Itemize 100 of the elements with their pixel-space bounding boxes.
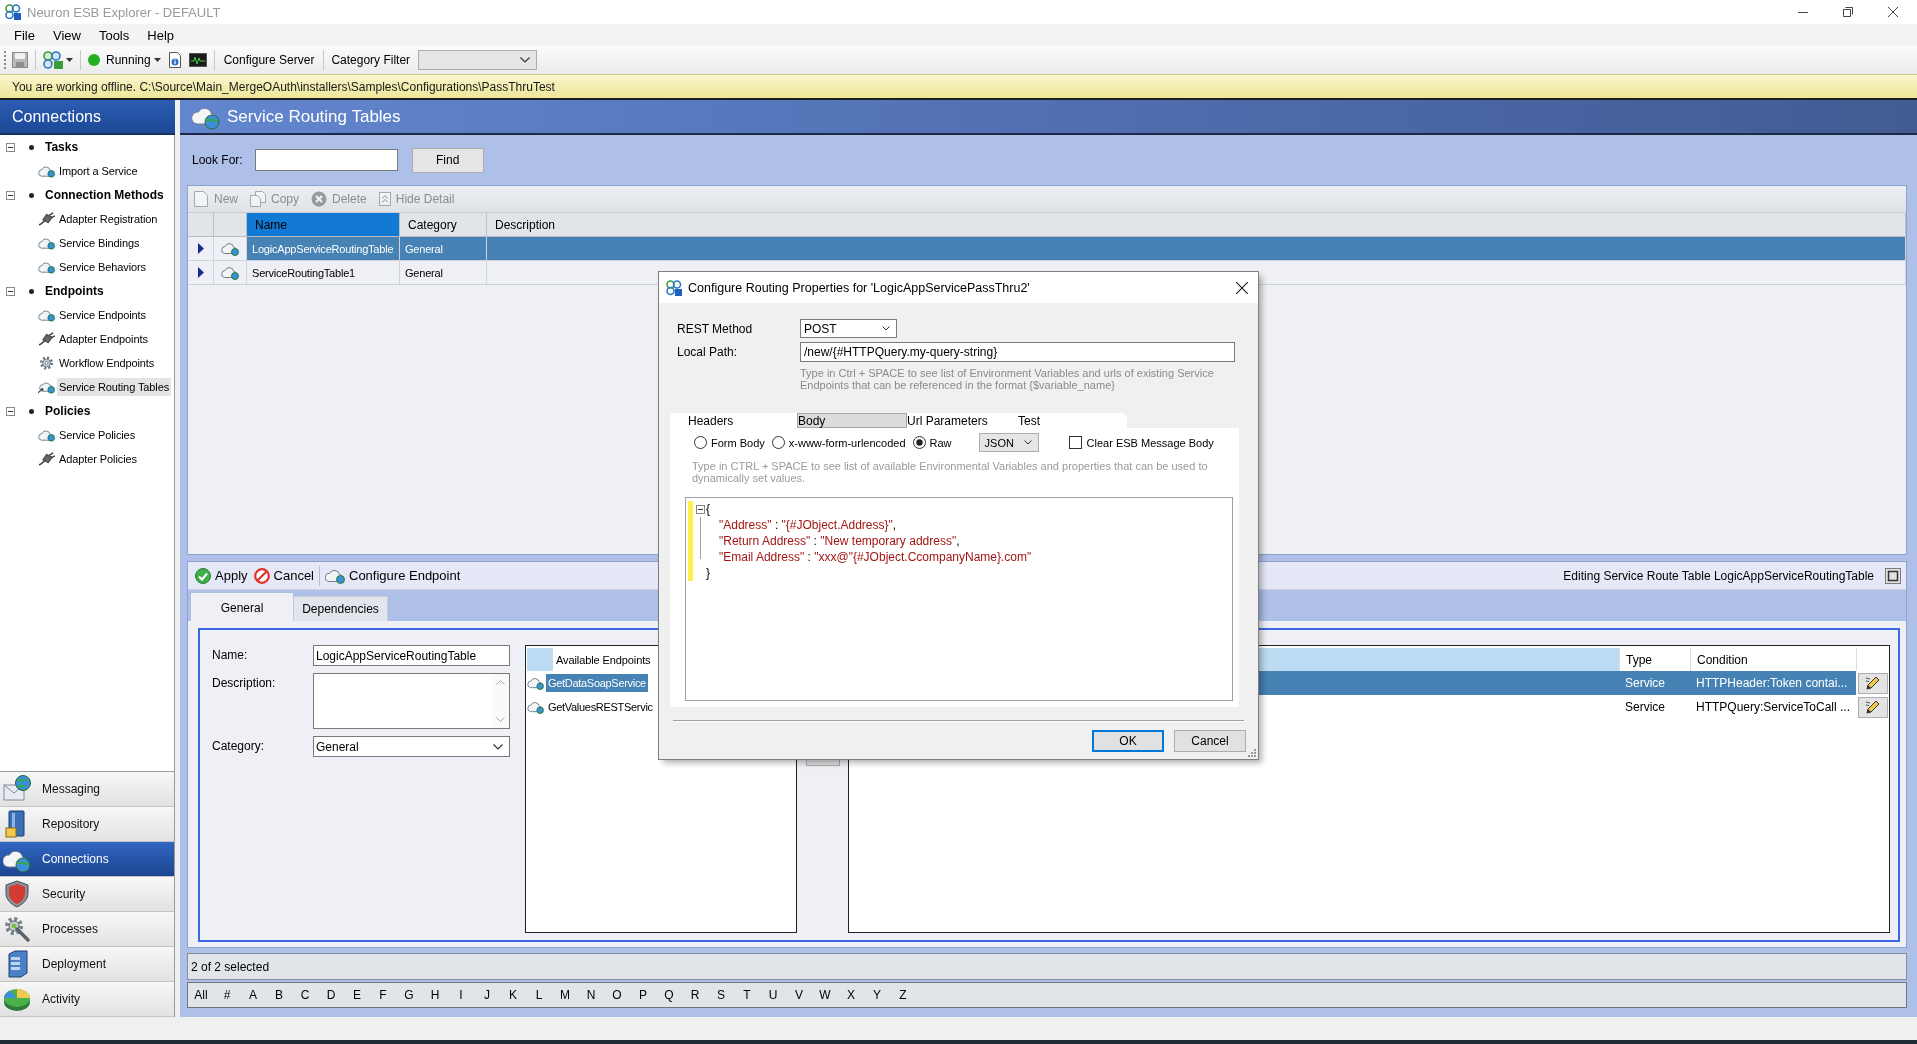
cluster-icon[interactable] [43, 51, 63, 69]
radio-button[interactable] [694, 436, 707, 449]
radio-label[interactable]: Raw [929, 436, 952, 449]
restore-icon[interactable] [1843, 7, 1853, 17]
tab[interactable]: Url Parameters [907, 413, 1018, 428]
collapse-icon[interactable] [6, 286, 15, 296]
tree-item[interactable]: Import a Service [57, 162, 140, 180]
edit-button[interactable] [1857, 696, 1888, 718]
local-path-field[interactable]: /new/{#HTTPQuery.my-query-string} [800, 342, 1235, 362]
menu-item[interactable]: Help [141, 25, 180, 45]
status-dropdown[interactable]: Running [106, 53, 151, 67]
menu-item[interactable]: Tools [92, 25, 136, 45]
tree-item[interactable]: Service Endpoints [57, 306, 148, 324]
letter-filter[interactable]: H [422, 988, 448, 1002]
radio-button[interactable] [912, 436, 926, 449]
nav-button[interactable]: Processes [0, 912, 174, 947]
tab[interactable]: Test [1018, 413, 1127, 428]
nav-button[interactable]: Connections [0, 842, 174, 877]
close-icon[interactable] [1236, 281, 1248, 294]
tree-group-label[interactable]: Endpoints [45, 284, 104, 298]
category-dropdown[interactable]: General [313, 736, 510, 757]
letter-filter[interactable]: U [760, 988, 786, 1002]
tree-group-label[interactable]: Policies [45, 404, 91, 418]
radio-label[interactable]: x-www-form-urlencoded [788, 436, 906, 449]
column-header[interactable]: Category [400, 213, 487, 236]
tree-item[interactable]: Service Bindings [57, 234, 142, 252]
search-field[interactable] [254, 149, 398, 171]
tree-item[interactable]: Service Routing Tables [57, 378, 172, 396]
letter-filter[interactable]: W [812, 988, 838, 1002]
collapse-icon[interactable] [6, 190, 15, 200]
tab[interactable]: Body [797, 413, 907, 428]
fold-icon[interactable] [696, 504, 705, 514]
nav-button[interactable]: Activity [0, 982, 174, 1017]
tab[interactable]: Headers [670, 413, 797, 428]
tab[interactable]: General [191, 593, 293, 621]
letter-filter[interactable]: B [266, 988, 292, 1002]
letter-filter[interactable]: I [448, 988, 474, 1002]
code-editor[interactable]: { "Address" : "{#JObject.Address}", "Return Address" : "New temporary address", "Email Address" : "xxx@"{#JObject.CcompanyName}.com" } [685, 497, 1233, 701]
letter-filter[interactable]: X [838, 988, 864, 1002]
letter-filter[interactable]: # [214, 988, 240, 1002]
tree-item[interactable]: Workflow Endpoints [57, 354, 157, 372]
tree-item[interactable]: Adapter Registration [57, 210, 160, 228]
menu-item[interactable]: File [8, 25, 41, 45]
tree-item[interactable]: Adapter Endpoints [57, 330, 150, 348]
table-row[interactable]: LogicAppServiceRoutingTable General [188, 237, 1906, 261]
radio-label[interactable]: Form Body [711, 436, 765, 449]
letter-filter[interactable]: Q [656, 988, 682, 1002]
close-icon[interactable] [1888, 7, 1898, 17]
edit-button[interactable] [1857, 672, 1888, 694]
minimize-icon[interactable] [1798, 11, 1808, 13]
letter-filter[interactable]: V [786, 988, 812, 1002]
tree-item[interactable]: Adapter Policies [57, 450, 139, 468]
tree-group-label[interactable]: Connection Methods [45, 188, 164, 202]
collapse-icon[interactable] [6, 406, 15, 416]
letter-filter[interactable]: L [526, 988, 552, 1002]
letter-filter[interactable]: E [344, 988, 370, 1002]
column-header[interactable]: Name [247, 213, 400, 236]
toolbar-button[interactable]: Configure Server [221, 53, 317, 67]
resize-grip-icon[interactable] [1248, 749, 1256, 757]
list-item[interactable]: GetDataSoapService [546, 674, 648, 692]
letter-filter[interactable]: M [552, 988, 578, 1002]
column-header[interactable]: Description [487, 213, 1906, 236]
tree-group-label[interactable]: Tasks [45, 140, 79, 154]
letter-filter[interactable]: N [578, 988, 604, 1002]
find-button[interactable]: Find [411, 147, 484, 173]
nav-button[interactable]: Repository [0, 807, 174, 842]
letter-filter[interactable]: J [474, 988, 500, 1002]
toolbar-button[interactable]: Cancel [250, 563, 317, 588]
nav-button[interactable]: Messaging [0, 772, 174, 807]
radio-button[interactable] [771, 436, 785, 449]
name-field[interactable]: LogicAppServiceRoutingTable [313, 645, 510, 666]
collapse-icon[interactable] [6, 142, 15, 152]
letter-filter[interactable]: A [240, 988, 266, 1002]
caret-icon[interactable] [153, 58, 161, 62]
letter-filter[interactable]: All [188, 988, 214, 1002]
info-icon[interactable] [168, 52, 181, 68]
letter-filter[interactable]: D [318, 988, 344, 1002]
toolbar-button[interactable]: Apply [192, 563, 251, 588]
save-icon[interactable] [12, 52, 28, 68]
letter-filter[interactable]: C [292, 988, 318, 1002]
nav-button[interactable]: Security [0, 877, 174, 912]
letter-filter[interactable]: F [370, 988, 396, 1002]
caret-icon[interactable] [66, 58, 73, 62]
dialog-button[interactable]: Cancel [1174, 730, 1246, 752]
letter-filter[interactable]: R [682, 988, 708, 1002]
monitor-icon[interactable] [188, 53, 207, 67]
toolbar-button[interactable]: Configure Endpoint [322, 563, 464, 588]
letter-filter[interactable]: S [708, 988, 734, 1002]
letter-filter[interactable]: G [396, 988, 422, 1002]
list-item[interactable]: GetValuesRESTServic [546, 698, 655, 716]
tab[interactable]: Dependencies [293, 596, 388, 621]
menu-item[interactable]: View [46, 25, 87, 45]
tree-item[interactable]: Service Policies [57, 426, 138, 444]
dialog-button[interactable]: OK [1092, 730, 1164, 752]
letter-filter[interactable]: Z [890, 988, 916, 1002]
letter-filter[interactable]: T [734, 988, 760, 1002]
letter-filter[interactable]: K [500, 988, 526, 1002]
checkbox-label[interactable]: Clear ESB Message Body [1086, 436, 1214, 449]
maximize-icon[interactable] [1885, 567, 1901, 584]
checkbox[interactable] [1068, 436, 1082, 449]
